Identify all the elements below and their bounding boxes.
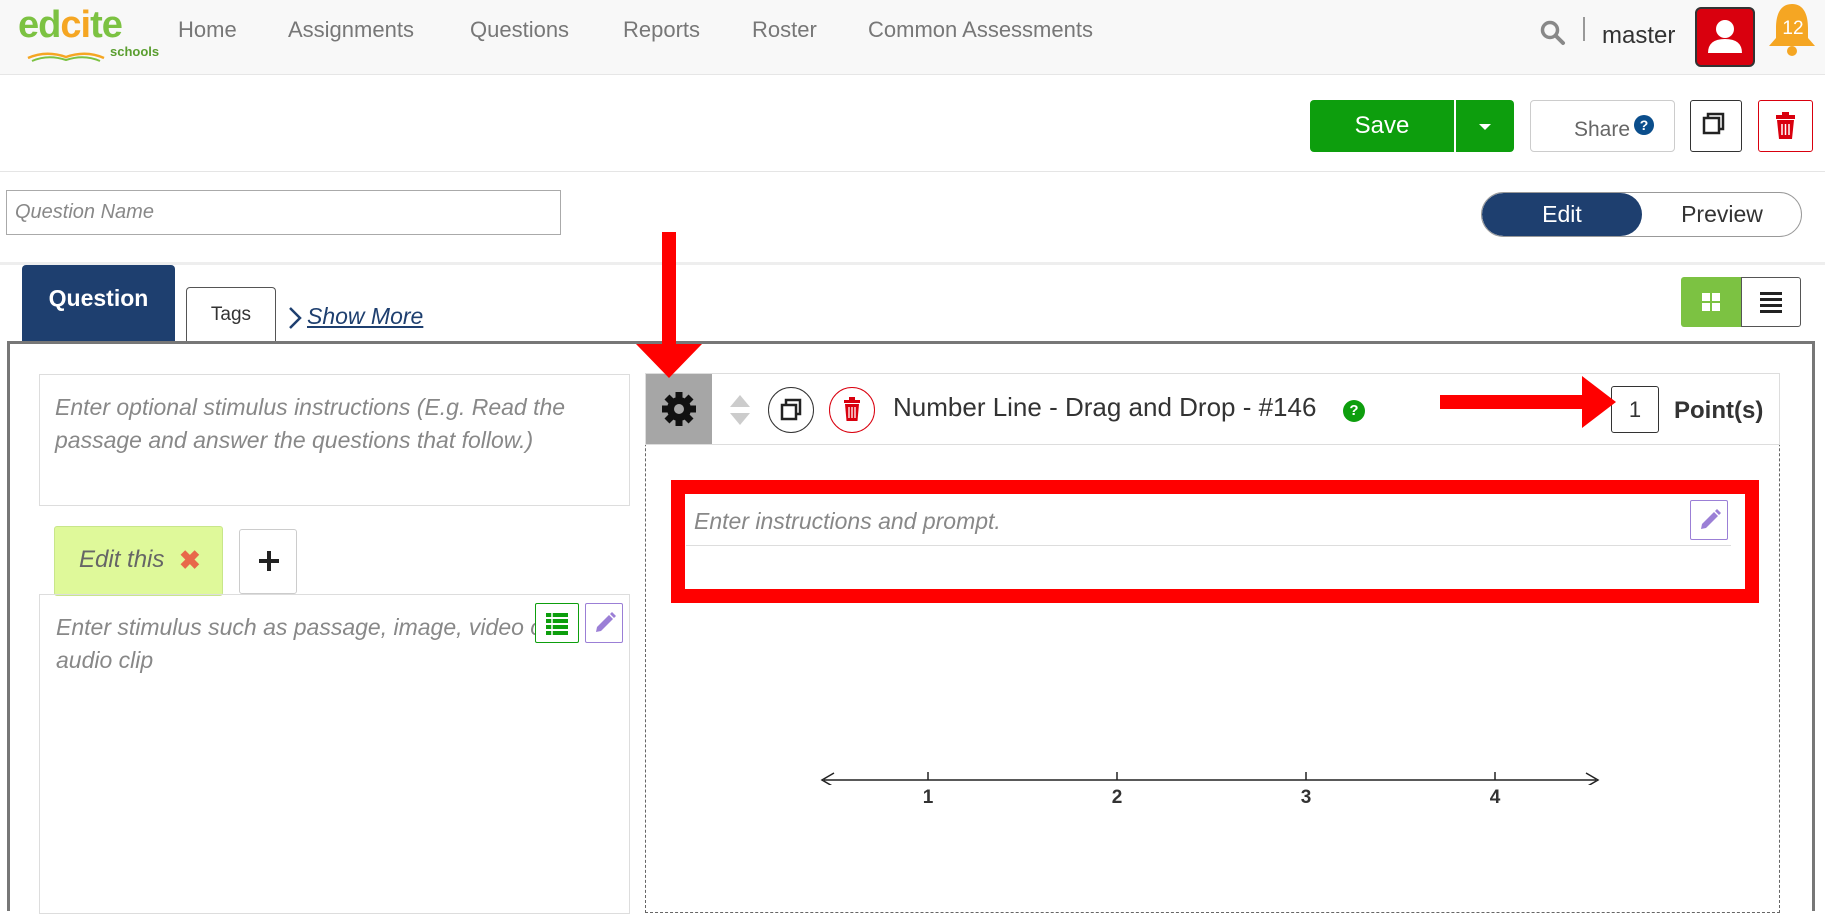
edit-prompt-button[interactable] [1690, 500, 1728, 540]
tab-question[interactable]: Question [22, 265, 175, 341]
tick-label-4: 4 [1489, 787, 1501, 808]
grid-view-button[interactable] [1681, 277, 1741, 327]
delete-button[interactable] [1758, 100, 1813, 152]
edit-stimulus-button[interactable] [585, 603, 623, 643]
tick-label-1: 1 [922, 787, 934, 808]
question-settings-button[interactable] [646, 374, 712, 444]
username[interactable]: master [1602, 22, 1675, 50]
add-stimulus-tab-button[interactable] [239, 529, 297, 594]
divider [0, 171, 1825, 172]
nav-roster[interactable]: Roster [752, 17, 817, 43]
prompt-placeholder: Enter instructions and prompt. [694, 508, 1001, 534]
divider [0, 262, 1825, 265]
question-title: Number Line - Drag and Drop - #146 [893, 392, 1317, 422]
logo-book-icon [27, 52, 105, 62]
nav-divider [1583, 17, 1585, 41]
nav-assignments[interactable]: Assignments [288, 17, 414, 43]
copy-icon [1702, 112, 1725, 135]
tick-label-3: 3 [1300, 787, 1312, 808]
list-icon [1760, 292, 1782, 313]
nav-questions[interactable]: Questions [470, 17, 569, 43]
question-name-input[interactable] [6, 190, 561, 235]
show-more-link[interactable]: Show More [307, 303, 423, 330]
pencil-icon [596, 612, 616, 632]
edit-mode-button[interactable]: Edit [1482, 193, 1642, 236]
plus-icon [259, 551, 279, 571]
question-card [645, 373, 1780, 913]
prompt-input[interactable]: Enter instructions and prompt. [686, 494, 1731, 546]
logo-subtitle: schools [110, 44, 160, 59]
stimulus-editor[interactable]: Enter stimulus such as passage, image, v… [39, 594, 630, 914]
stimulus-placeholder: Enter stimulus such as passage, image, v… [56, 614, 551, 673]
points-label: Point(s) [1674, 397, 1764, 424]
delete-question-button[interactable] [829, 387, 875, 433]
preview-mode-button[interactable]: Preview [1642, 193, 1801, 236]
search-icon[interactable] [1540, 20, 1566, 46]
number-line[interactable] [810, 755, 1610, 785]
move-handle-icon[interactable] [728, 393, 752, 427]
gear-icon [662, 392, 696, 426]
share-button[interactable]: Share ? [1530, 100, 1675, 152]
user-avatar[interactable] [1695, 7, 1755, 67]
annotation-arrow-right [1440, 376, 1616, 428]
tab-tags[interactable]: Tags [186, 287, 276, 341]
share-label: Share [1574, 118, 1631, 141]
pencil-icon [1701, 509, 1721, 529]
notification-count: 12 [1782, 18, 1804, 39]
duplicate-question-button[interactable] [768, 387, 814, 433]
trash-icon [844, 397, 860, 421]
share-help-icon[interactable]: ? [1634, 115, 1654, 135]
duplicate-button[interactable] [1690, 100, 1742, 152]
tick-label-2: 2 [1111, 787, 1123, 808]
question-help-icon[interactable]: ? [1343, 400, 1365, 422]
stimulus-tab[interactable]: Edit this ✖ [54, 526, 223, 596]
annotation-arrow-down [636, 232, 702, 378]
save-button[interactable]: Save [1310, 100, 1454, 152]
grid-icon [1702, 293, 1720, 311]
edcite-logo[interactable]: edcite schools [18, 4, 159, 62]
save-options-dropdown[interactable] [1456, 100, 1514, 152]
chevron-right-icon[interactable] [287, 306, 303, 330]
user-icon [1708, 20, 1742, 53]
logo-wordmark: edcite [18, 4, 123, 46]
stimulus-tab-label: Edit this [79, 546, 165, 573]
top-navbar: edcite schools Home Assignments Question… [0, 0, 1825, 75]
insert-table-button[interactable] [535, 603, 579, 643]
trash-icon [1776, 112, 1795, 139]
nav-common-assessments[interactable]: Common Assessments [868, 17, 1093, 43]
nav-home[interactable]: Home [178, 17, 237, 43]
table-icon [546, 613, 568, 635]
stimulus-instructions-input[interactable]: Enter optional stimulus instructions (E.… [39, 374, 630, 506]
copy-icon [780, 398, 802, 421]
mode-toggle: Edit Preview [1481, 192, 1802, 237]
nav-reports[interactable]: Reports [623, 17, 700, 43]
close-icon[interactable]: ✖ [179, 545, 201, 576]
list-view-button[interactable] [1741, 277, 1801, 327]
